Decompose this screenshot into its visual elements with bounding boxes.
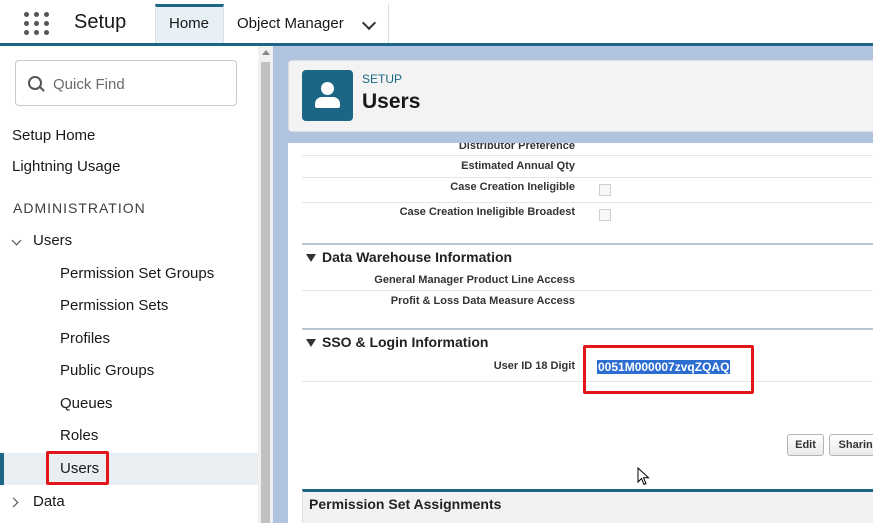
field-label-gm-product-line-access: General Manager Product Line Access [374,274,575,286]
quick-find-box[interactable] [15,60,237,106]
tab-object-manager[interactable]: Object Manager [224,4,389,43]
mouse-pointer-icon [637,467,650,486]
nav-roles[interactable]: Roles [60,427,98,444]
scroll-up-arrow-icon[interactable] [262,50,270,55]
nav-public-groups[interactable]: Public Groups [60,362,154,379]
search-icon [28,76,42,90]
nav-group-users[interactable]: Users [33,232,72,249]
field-label-estimated-annual-qty: Estimated Annual Qty [461,160,575,172]
checkbox-case-creation-ineligible [599,184,611,196]
field-label-pl-data-measure-access: Profit & Loss Data Measure Access [390,295,575,307]
highlight-box-user-id [583,345,754,394]
nav-users-selected-bg [0,453,258,485]
setup-sidebar [0,46,258,523]
chevron-down-icon[interactable] [361,15,377,31]
app-launcher-icon[interactable] [24,12,50,36]
nav-profiles[interactable]: Profiles [60,330,110,347]
sharing-button[interactable]: Sharing [829,434,873,456]
tab-home[interactable]: Home [155,4,224,43]
field-label-case-creation-ineligible: Case Creation Ineligible [450,181,575,193]
related-list-title-permission-set-assignments[interactable]: Permission Set Assignments [309,496,501,512]
global-header: Setup Home Object Manager [0,0,873,46]
nav-group-data[interactable]: Data [33,493,65,510]
nav-queues[interactable]: Queues [60,395,113,412]
checkbox-case-creation-ineligible-broadest [599,209,611,221]
field-row: Distributor Preference [302,143,873,156]
breadcrumb[interactable]: SETUP [362,72,402,86]
sidebar-scrollbar-thumb[interactable] [261,62,270,523]
section-collapse-triangle-icon[interactable] [306,254,316,262]
field-label-case-creation-ineligible-broadest: Case Creation Ineligible Broadest [399,206,575,218]
field-label-user-id-18-digit: User ID 18 Digit [493,360,575,372]
nav-setup-home[interactable]: Setup Home [12,127,95,144]
nav-lightning-usage[interactable]: Lightning Usage [12,158,120,175]
quick-find-input[interactable] [51,69,235,99]
section-title-sso-login[interactable]: SSO & Login Information [322,334,488,350]
field-row: General Manager Product Line Access [302,269,873,291]
field-row: Case Creation Ineligible [302,178,873,203]
section-collapse-triangle-icon[interactable] [306,339,316,347]
section-divider [302,328,873,330]
nav-permission-set-groups[interactable]: Permission Set Groups [60,265,214,282]
section-title-data-warehouse[interactable]: Data Warehouse Information [322,249,512,265]
user-icon [302,70,353,121]
section-divider [302,243,873,245]
field-label-distributor-preference: Distributor Preference [458,143,575,152]
edit-button[interactable]: Edit [787,434,824,456]
field-row: Case Creation Ineligible Broadest [302,203,873,228]
tab-object-manager-label: Object Manager [237,15,344,32]
highlight-box-users-nav [46,451,109,485]
field-row: Profit & Loss Data Measure Access [302,291,873,313]
section-heading-administration: ADMINISTRATION [13,200,146,216]
nav-permission-sets[interactable]: Permission Sets [60,297,168,314]
page-title: Users [362,90,421,113]
field-row: Estimated Annual Qty [302,156,873,178]
app-title: Setup [74,11,127,33]
